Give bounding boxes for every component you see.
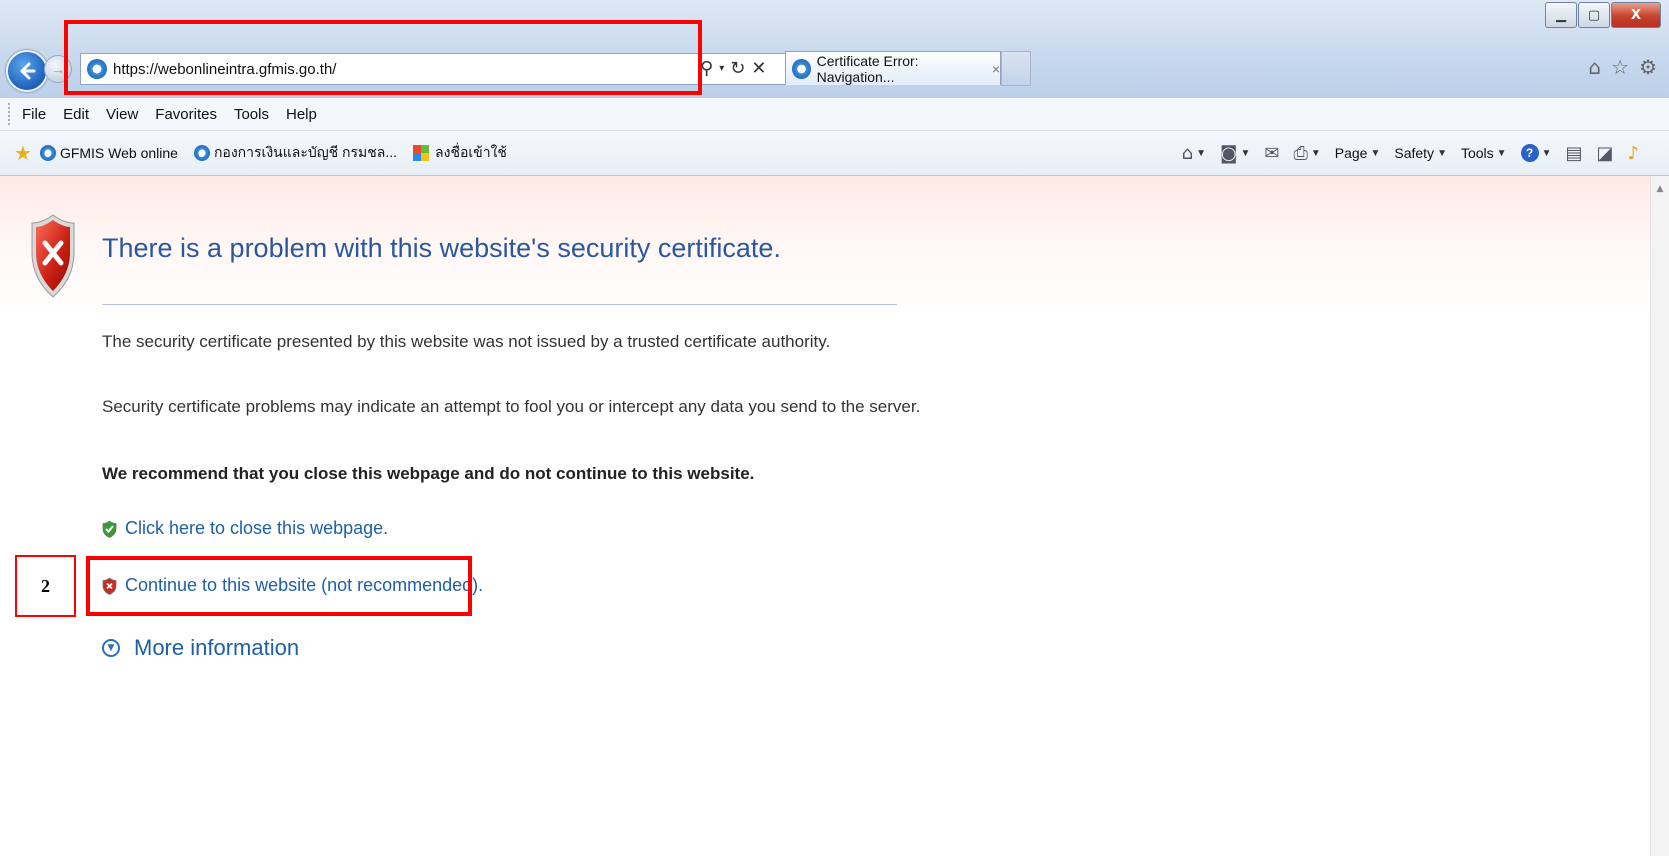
tab-certificate-error[interactable]: e Certificate Error: Navigation... × [785,51,1001,85]
recommendation-text: We recommend that you close this webpage… [102,464,755,483]
windows-icon [413,145,430,161]
tools-menu-label: Tools [1460,145,1494,161]
stop-icon[interactable]: ✕ [751,58,766,79]
more-information-link[interactable]: More information [134,635,299,661]
url-text[interactable]: https://webonlineintra.gfmis.go.th/ [113,61,336,78]
ie-icon: e [39,145,56,161]
new-tab-button[interactable] [1001,51,1031,86]
page-menu-label: Page [1334,145,1368,161]
home-command[interactable]: ⌂ ▼ [1182,143,1206,164]
dropdown-icon: ▼ [1541,147,1552,159]
browser-right-icons: ⌂ ☆ ⚙ [1588,55,1657,79]
dropdown-icon: ▼ [1240,147,1251,159]
refresh-icon[interactable]: ↻ [730,58,745,79]
mail-icon: ✉ [1264,142,1280,164]
command-bar: ⌂ ▼ ◙ ▼ ✉ ⎙ ▼ Page ▼ Safety ▼ Tools ▼ ? ▼ ▤ ◪ ♪ [1168,131,1639,175]
chevron-down-icon[interactable]: ▼ [102,639,120,657]
dropdown-icon[interactable]: ▾ [719,63,724,74]
error-page [0,176,1650,856]
menu-edit[interactable]: Edit [63,106,89,123]
favorites-star-icon[interactable]: ☆ [1611,55,1629,79]
menu-favorites[interactable]: Favorites [155,106,217,123]
favorite-label: ลงชื่อเข้าใช้ [435,144,507,160]
mail-command[interactable]: ✉ [1264,143,1279,164]
ie-icon: e [87,59,107,79]
address-tools: ⚲ ▾ ↻ ✕ [700,53,772,83]
step-number-badge: 2 [15,555,76,617]
favorites-add-icon[interactable]: ★ [14,141,32,165]
close-webpage-row: Click here to close this webpage. [102,518,388,539]
dropdown-icon: ▼ [1196,147,1206,159]
favorite-label: กองการเงินและบัญชี กรมชล... [213,144,398,160]
back-arrow-icon [20,62,36,80]
ie-icon: e [193,145,210,161]
menu-view[interactable]: View [106,106,138,123]
error-description: The security certificate presented by th… [102,332,831,351]
continue-website-row: Continue to this website (not recommende… [102,575,483,596]
research-icon: ▤ [1565,142,1583,164]
addon-command[interactable]: ◪ [1596,143,1613,164]
ie-icon: e [792,58,811,79]
help-command[interactable]: ? ▼ [1520,144,1552,162]
forward-arrow-icon: → [51,61,65,77]
forward-button[interactable]: → [44,55,72,83]
more-information-row: ▼ More information [102,635,299,661]
menu-tools[interactable]: Tools [234,106,269,123]
gear-icon[interactable]: ⚙ [1639,55,1657,79]
green-shield-icon [102,519,117,538]
favorite-finance-dept[interactable]: e กองการเงินและบัญชี กรมชล... [190,142,397,164]
help-icon: ? [1520,144,1539,162]
menu-help[interactable]: Help [286,106,317,123]
dropdown-icon: ▼ [1496,147,1507,159]
scroll-up-icon[interactable]: ▲ [1651,184,1669,194]
home-icon[interactable]: ⌂ [1588,55,1601,79]
tab-title: Certificate Error: Navigation... [816,52,919,85]
close-webpage-link[interactable]: Click here to close this webpage. [125,518,388,539]
error-warning: Security certificate problems may indica… [102,397,921,416]
toolbar-grip [8,103,14,125]
rss-icon: ◙ [1219,142,1238,164]
favorite-label: GFMIS Web online [59,145,178,161]
title-divider [102,304,897,305]
error-shield-icon [31,214,75,298]
tab-close-icon[interactable]: × [992,61,1000,77]
page-title: There is a problem with this website's s… [102,233,781,263]
dropdown-icon: ▼ [1370,147,1381,159]
window-controls: ▁ ▢ X [1544,2,1661,28]
messenger-icon: ♪ [1627,142,1640,164]
addon-icon: ◪ [1596,142,1614,164]
favorite-gfmis[interactable]: e GFMIS Web online [36,145,178,161]
address-bar[interactable]: e https://webonlineintra.gfmis.go.th/ [80,53,788,85]
search-icon[interactable]: ⚲ [700,58,713,79]
favorite-signin[interactable]: ลงชื่อเข้าใช้ [409,142,507,164]
dropdown-icon: ▼ [1437,147,1447,159]
print-icon: ⎙ [1293,142,1308,164]
page-menu[interactable]: Page ▼ [1335,145,1381,161]
red-shield-icon [102,576,117,595]
continue-website-link[interactable]: Continue to this website (not recommende… [125,575,483,596]
vertical-scrollbar[interactable]: ▲ [1650,176,1669,856]
print-command[interactable]: ⎙ ▼ [1293,143,1320,164]
dropdown-icon: ▼ [1310,147,1321,159]
window-close-button[interactable]: X [1611,2,1661,28]
safety-menu-label: Safety [1394,145,1435,161]
messenger-command[interactable]: ♪ [1628,143,1640,164]
research-command[interactable]: ▤ [1565,143,1582,164]
home-icon: ⌂ [1181,142,1194,164]
minimize-icon[interactable]: ▁ [1545,2,1577,28]
feeds-command[interactable]: ◙ ▼ [1220,143,1250,164]
tools-menu[interactable]: Tools ▼ [1461,145,1507,161]
maximize-icon[interactable]: ▢ [1578,2,1610,28]
menu-bar: File Edit View Favorites Tools Help [0,98,1669,131]
safety-menu[interactable]: Safety ▼ [1394,145,1447,161]
back-button[interactable] [6,50,48,92]
menu-file[interactable]: File [22,106,46,123]
